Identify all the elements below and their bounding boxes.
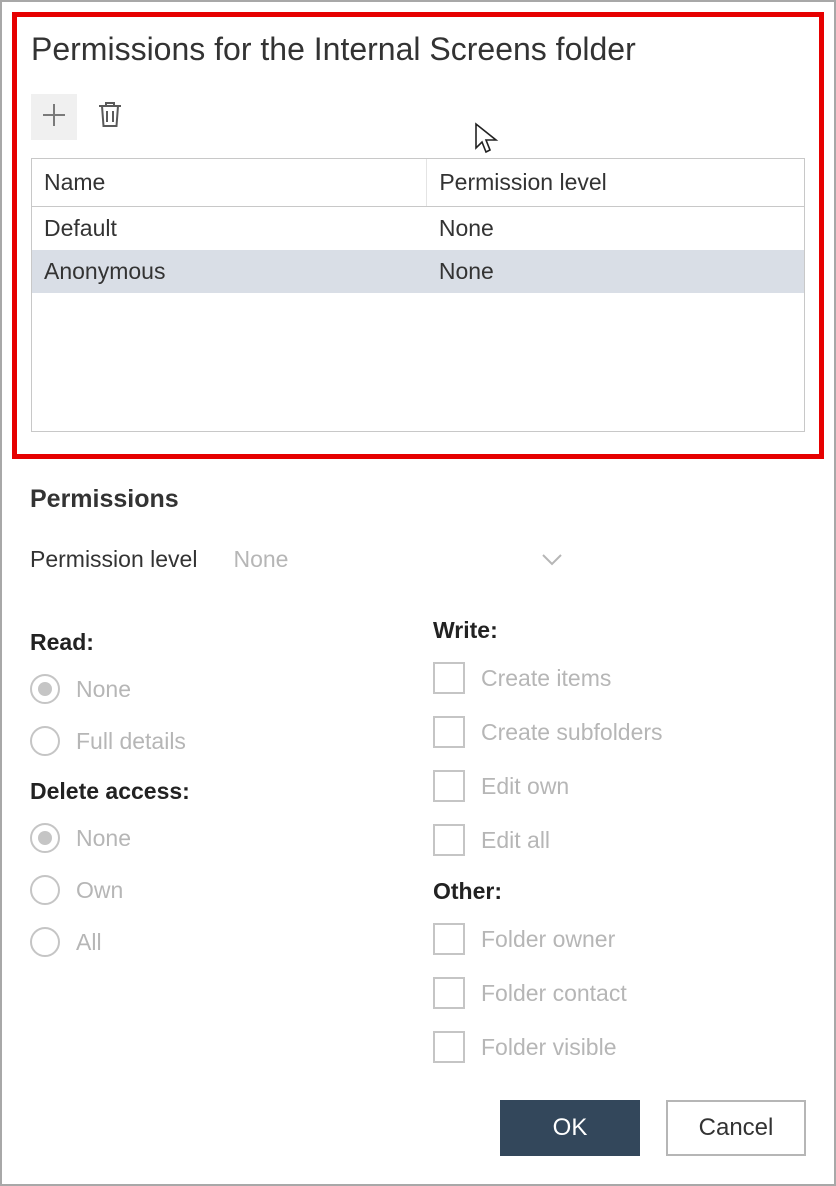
other-label: Other: [433, 878, 806, 905]
table-body: Default None Anonymous None [32, 207, 804, 431]
checkbox-label: Edit own [481, 773, 569, 800]
checkbox-icon [433, 716, 465, 748]
other-folder-owner-checkbox[interactable]: Folder owner [433, 923, 806, 955]
trash-icon [97, 100, 123, 135]
delete-all-radio[interactable]: All [30, 927, 403, 957]
cell-name: Anonymous [32, 250, 427, 293]
delete-button[interactable] [87, 94, 133, 140]
permissions-table: Name Permission level Default None Anony… [31, 158, 805, 432]
table-row[interactable]: Default None [32, 207, 804, 250]
delete-own-radio[interactable]: Own [30, 875, 403, 905]
permission-level-select[interactable]: None [231, 542, 571, 577]
delete-label: Delete access: [30, 778, 403, 805]
read-label: Read: [30, 629, 403, 656]
permission-level-value: None [233, 546, 288, 573]
radio-icon [30, 823, 60, 853]
delete-none-radio[interactable]: None [30, 823, 403, 853]
checkbox-label: Folder visible [481, 1034, 617, 1061]
checkbox-label: Create subfolders [481, 719, 663, 746]
radio-label: Full details [76, 728, 186, 755]
checkbox-label: Folder contact [481, 980, 627, 1007]
header-name[interactable]: Name [32, 159, 427, 206]
right-column: Write: Create items Create subfolders Ed… [413, 627, 806, 1085]
cell-level: None [427, 250, 804, 293]
radio-label: None [76, 825, 131, 852]
users-toolbar [31, 94, 805, 140]
left-column: Read: None Full details Delete access: N… [30, 627, 413, 1085]
radio-label: Own [76, 877, 123, 904]
write-label: Write: [433, 617, 806, 644]
checkbox-icon [433, 824, 465, 856]
checkbox-label: Create items [481, 665, 611, 692]
read-full-details-radio[interactable]: Full details [30, 726, 403, 756]
checkbox-icon [433, 977, 465, 1009]
users-panel-highlighted: Permissions for the Internal Screens fol… [12, 12, 824, 459]
checkbox-label: Folder owner [481, 926, 615, 953]
permissions-section-title: Permissions [30, 485, 806, 514]
checkbox-icon [433, 923, 465, 955]
dialog-title: Permissions for the Internal Screens fol… [31, 31, 805, 68]
cancel-button[interactable]: Cancel [666, 1100, 806, 1156]
add-button[interactable] [31, 94, 77, 140]
radio-label: None [76, 676, 131, 703]
permissions-dialog: Permissions for the Internal Screens fol… [0, 0, 836, 1186]
table-row[interactable]: Anonymous None [32, 250, 804, 293]
radio-label: All [76, 929, 102, 956]
permission-level-label: Permission level [30, 546, 197, 573]
other-folder-contact-checkbox[interactable]: Folder contact [433, 977, 806, 1009]
write-edit-own-checkbox[interactable]: Edit own [433, 770, 806, 802]
write-create-subfolders-checkbox[interactable]: Create subfolders [433, 716, 806, 748]
plus-icon [41, 102, 67, 133]
other-folder-visible-checkbox[interactable]: Folder visible [433, 1031, 806, 1063]
chevron-down-icon [541, 546, 563, 573]
permission-level-row: Permission level None [30, 542, 806, 577]
checkbox-icon [433, 662, 465, 694]
radio-icon [30, 674, 60, 704]
checkbox-icon [433, 770, 465, 802]
checkbox-icon [433, 1031, 465, 1063]
read-none-radio[interactable]: None [30, 674, 403, 704]
dialog-buttons: OK Cancel [500, 1100, 834, 1184]
checkbox-label: Edit all [481, 827, 550, 854]
write-create-items-checkbox[interactable]: Create items [433, 662, 806, 694]
ok-button[interactable]: OK [500, 1100, 640, 1156]
cell-name: Default [32, 207, 427, 250]
radio-icon [30, 875, 60, 905]
permission-columns: Read: None Full details Delete access: N… [30, 627, 806, 1085]
write-edit-all-checkbox[interactable]: Edit all [433, 824, 806, 856]
header-level[interactable]: Permission level [427, 159, 804, 206]
cell-level: None [427, 207, 804, 250]
radio-icon [30, 726, 60, 756]
permissions-section: Permissions Permission level None Read: … [2, 459, 834, 1085]
table-header: Name Permission level [32, 159, 804, 207]
radio-icon [30, 927, 60, 957]
